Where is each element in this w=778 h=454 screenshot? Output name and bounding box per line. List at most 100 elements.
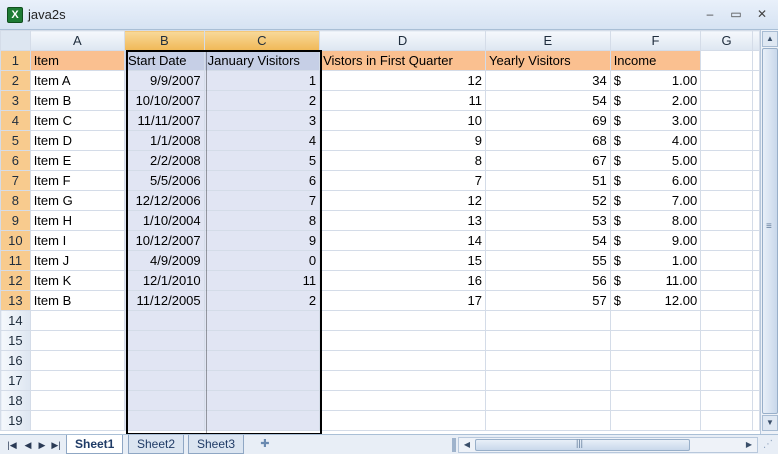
cell[interactable]: 55 [485,250,611,271]
cell[interactable]: Item E [29,150,125,171]
column-header-f[interactable]: F [609,30,702,51]
cell[interactable]: 14 [319,230,486,251]
cell[interactable]: 8 [319,150,486,171]
cell[interactable]: 11 [319,90,486,111]
header-cell[interactable]: Item [29,50,125,71]
cell[interactable]: Item G [29,190,125,211]
cell[interactable]: 1/1/2008 [123,130,205,151]
header-cell[interactable]: Income [609,50,702,71]
cell[interactable]: 54 [485,90,611,111]
cell[interactable]: 10/10/2007 [123,90,205,111]
cell[interactable] [700,390,753,411]
income-cell[interactable]: $2.00 [609,90,702,111]
cell[interactable] [752,350,760,371]
cell[interactable]: 68 [485,130,611,151]
cell[interactable] [700,350,753,371]
row-header[interactable]: 5 [0,130,31,151]
row-header[interactable]: 13 [0,290,31,311]
cell[interactable] [609,390,702,411]
income-cell[interactable]: $6.00 [609,170,702,191]
cell[interactable] [752,190,760,211]
income-cell[interactable]: $12.00 [609,290,702,311]
cell[interactable]: 12 [319,70,486,91]
cell[interactable] [700,150,753,171]
vertical-scroll-thumb[interactable] [762,48,778,414]
cell[interactable] [123,370,205,391]
cell[interactable] [203,330,321,351]
cell[interactable]: 34 [485,70,611,91]
scroll-down-icon[interactable]: ▼ [762,415,778,431]
row-header[interactable]: 7 [0,170,31,191]
cell[interactable] [752,210,760,231]
cell[interactable] [700,210,753,231]
cell[interactable] [29,350,125,371]
column-header-g[interactable]: G [700,30,753,51]
cell[interactable] [485,370,611,391]
cell[interactable] [485,390,611,411]
column-header-overflow[interactable] [752,30,760,51]
row-header[interactable]: 8 [0,190,31,211]
cell[interactable]: 1/10/2004 [123,210,205,231]
cell[interactable]: Item J [29,250,125,271]
cell[interactable] [700,330,753,351]
cell[interactable] [29,370,125,391]
insert-sheet-icon[interactable]: ✚ [256,437,274,452]
vertical-scrollbar[interactable]: ▲ ▼ [760,30,778,434]
header-cell[interactable]: January Visitors [203,50,321,71]
cell[interactable] [700,70,753,91]
income-cell[interactable]: $7.00 [609,190,702,211]
cell[interactable]: 11/11/2007 [123,110,205,131]
header-cell[interactable]: Yearly Visitors [485,50,611,71]
cell[interactable]: 11 [203,270,321,291]
income-cell[interactable]: $9.00 [609,230,702,251]
income-cell[interactable]: $1.00 [609,70,702,91]
row-header[interactable]: 19 [0,410,31,431]
cell[interactable]: 5/5/2006 [123,170,205,191]
prev-sheet-icon[interactable]: ◀ [22,438,34,452]
cell[interactable] [29,310,125,331]
horizontal-scrollbar[interactable]: ◀ ▶ [458,437,758,453]
cell[interactable]: 54 [485,230,611,251]
cell[interactable] [123,310,205,331]
row-header[interactable]: 15 [0,330,31,351]
minimize-icon[interactable]: – [700,6,720,22]
cell[interactable] [123,350,205,371]
cell[interactable] [752,90,760,111]
cell[interactable]: 6 [203,170,321,191]
tab-sheet1[interactable]: Sheet1 [66,435,124,454]
cell[interactable] [700,230,753,251]
cell[interactable]: 11/12/2005 [123,290,205,311]
cell[interactable] [123,410,205,431]
income-cell[interactable]: $8.00 [609,210,702,231]
cell[interactable] [700,190,753,211]
cell[interactable]: Item C [29,110,125,131]
cell[interactable]: 2 [203,290,321,311]
cell[interactable]: Item H [29,210,125,231]
cell[interactable] [752,270,760,291]
cell[interactable]: 15 [319,250,486,271]
cell[interactable]: 13 [319,210,486,231]
row-header[interactable]: 16 [0,350,31,371]
scroll-right-icon[interactable]: ▶ [742,438,756,452]
cell[interactable] [700,310,753,331]
cell[interactable]: 10 [319,110,486,131]
cell[interactable]: 5 [203,150,321,171]
cell[interactable] [752,410,760,431]
cell[interactable] [700,50,753,71]
cell[interactable] [319,390,486,411]
row-header[interactable]: 10 [0,230,31,251]
cell[interactable] [700,110,753,131]
row-header[interactable]: 14 [0,310,31,331]
tab-split-handle[interactable] [452,438,456,452]
row-header[interactable]: 2 [0,70,31,91]
column-header-e[interactable]: E [485,30,611,51]
cell[interactable]: Item K [29,270,125,291]
cell[interactable] [29,330,125,351]
row-header[interactable]: 1 [0,50,31,71]
cell[interactable]: 57 [485,290,611,311]
cell[interactable] [700,170,753,191]
row-header[interactable]: 3 [0,90,31,111]
cell[interactable]: 4 [203,130,321,151]
cell[interactable]: 7 [203,190,321,211]
cell[interactable] [609,410,702,431]
